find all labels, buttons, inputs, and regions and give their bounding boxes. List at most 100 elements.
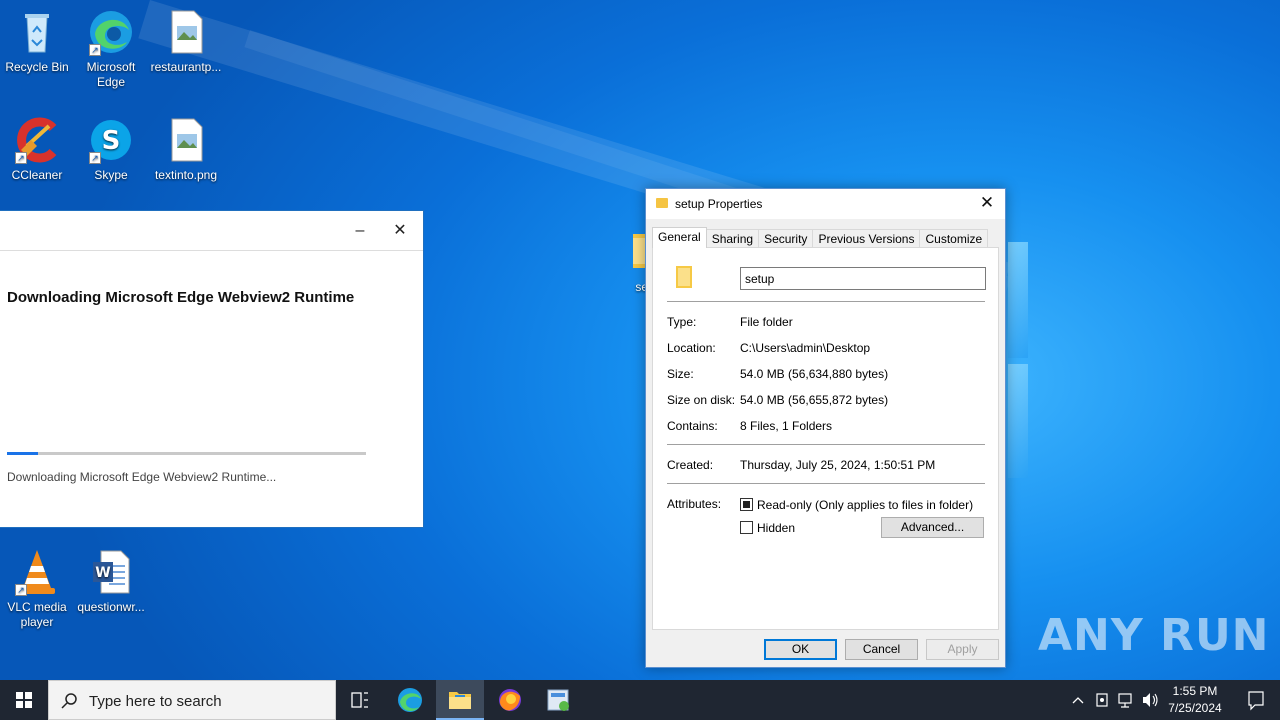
size-on-disk-value: 54.0 MB (56,655,872 bytes)	[740, 393, 889, 407]
desktop-icon-label: CCleaner	[11, 168, 63, 182]
type-value: File folder	[740, 315, 793, 329]
chevron-up-icon	[1072, 697, 1084, 704]
desktop-icon-label: Recycle Bin	[5, 60, 69, 74]
desktop-icon-skype[interactable]: S ↗ Skype	[74, 116, 148, 183]
advanced-button[interactable]: Advanced...	[881, 517, 984, 538]
installer-status-text: Downloading Microsoft Edge Webview2 Runt…	[7, 470, 277, 484]
location-value: C:\Users\admin\Desktop	[740, 341, 871, 355]
download-progress-bar	[7, 452, 366, 455]
search-placeholder: Type here to search	[89, 693, 222, 710]
taskbar: Type here to search 1:55 PM 7/25/2024	[0, 680, 1280, 720]
watermark: ANY RUN	[1038, 610, 1270, 661]
taskbar-installer-app[interactable]	[534, 680, 582, 720]
shortcut-arrow-icon: ↗	[89, 44, 101, 56]
windows-logo-pane	[1008, 364, 1028, 478]
desktop-icon-textinto-png[interactable]: textinto.png	[149, 116, 223, 183]
clock-time[interactable]: 1:55 PM	[1164, 684, 1226, 698]
volume-icon[interactable]	[1138, 680, 1162, 720]
desktop-icon-word-document[interactable]: W questionwr...	[74, 548, 148, 615]
installer-titlebar[interactable]: – ✕	[0, 211, 423, 251]
network-icon	[1118, 693, 1132, 708]
contains-value: 8 Files, 1 Folders	[740, 419, 833, 433]
shortcut-arrow-icon: ↗	[15, 584, 27, 596]
contains-label: Contains:	[667, 419, 718, 433]
size-on-disk-label: Size on disk:	[667, 393, 736, 407]
firefox-icon	[499, 689, 521, 711]
size-label: Size:	[667, 367, 694, 381]
size-value: 54.0 MB (56,634,880 bytes)	[740, 367, 889, 381]
taskbar-file-explorer[interactable]	[436, 680, 484, 720]
tab-security[interactable]: Security	[758, 229, 814, 248]
windows-logo-pane	[1008, 242, 1028, 358]
desktop-icon-ccleaner[interactable]: ↗ CCleaner	[0, 116, 74, 183]
desktop-icon-vlc[interactable]: ↗ VLC media player	[0, 548, 74, 630]
tab-customize[interactable]: Customize	[919, 229, 989, 248]
notifications-button[interactable]	[1232, 680, 1280, 720]
folder-properties-dialog: setup Properties ✕ General Sharing Secur…	[645, 188, 1006, 668]
network-icon[interactable]	[1114, 680, 1138, 720]
shortcut-arrow-icon: ↗	[15, 152, 27, 164]
tray-app-icon	[1096, 693, 1108, 707]
desktop-icon-label: questionwr...	[77, 600, 145, 614]
properties-tabs: General Sharing Security Previous Versio…	[652, 227, 989, 248]
tab-general[interactable]: General	[652, 227, 707, 248]
general-tab-panel: Type: File folder Location: C:\Users\adm…	[652, 247, 999, 630]
hidden-checkbox[interactable]	[740, 521, 753, 534]
word-document-icon: W	[87, 548, 135, 596]
svg-text:W: W	[95, 565, 110, 581]
dialog-title: setup Properties	[675, 197, 763, 211]
edge-icon: ↗	[87, 8, 135, 56]
ok-button[interactable]: OK	[764, 639, 837, 660]
attributes-label: Attributes:	[667, 497, 722, 511]
shortcut-arrow-icon: ↗	[89, 152, 101, 164]
desktop-icon-label: Skype	[94, 168, 128, 182]
created-value: Thursday, July 25, 2024, 1:50:51 PM	[740, 458, 936, 472]
download-progress-fill	[7, 452, 38, 455]
edge-icon	[398, 688, 422, 712]
divider	[667, 301, 985, 302]
folder-name-input[interactable]	[740, 267, 986, 290]
taskbar-edge[interactable]	[386, 680, 434, 720]
close-button[interactable]: ✕	[388, 219, 412, 243]
desktop-icon-label: Microsoft Edge	[86, 60, 136, 89]
notification-icon	[1248, 691, 1264, 711]
folder-icon	[672, 264, 694, 290]
installer-icon	[547, 689, 569, 711]
desktop-icon-microsoft-edge[interactable]: ↗ Microsoft Edge	[74, 8, 148, 90]
close-button[interactable]: ✕	[977, 193, 997, 213]
readonly-label: Read-only (Only applies to files in fold…	[757, 498, 974, 512]
minimize-button[interactable]: –	[348, 219, 372, 243]
skype-icon: S ↗	[87, 116, 135, 164]
tab-sharing[interactable]: Sharing	[705, 229, 760, 248]
installer-heading: Downloading Microsoft Edge Webview2 Runt…	[7, 289, 355, 306]
taskbar-firefox[interactable]	[486, 680, 534, 720]
tab-previous-versions[interactable]: Previous Versions	[812, 229, 921, 248]
tray-app-icon[interactable]	[1090, 680, 1114, 720]
search-icon	[61, 693, 77, 709]
vlc-cone-icon: ↗	[13, 548, 61, 596]
desktop-icon-restaurant-file[interactable]: restaurantp...	[149, 8, 223, 75]
desktop-icon-label: restaurantp...	[150, 60, 222, 74]
svg-text:S: S	[102, 126, 121, 156]
task-view-button[interactable]	[336, 680, 384, 720]
clock-date[interactable]: 7/25/2024	[1164, 701, 1226, 715]
windows-start-icon	[16, 692, 32, 708]
hidden-label: Hidden	[757, 521, 796, 535]
start-button[interactable]	[0, 680, 48, 720]
type-label: Type:	[667, 315, 697, 329]
taskbar-search-box[interactable]: Type here to search	[48, 680, 336, 720]
divider	[667, 444, 985, 445]
properties-titlebar[interactable]: setup Properties ✕	[646, 189, 1005, 219]
cancel-button[interactable]: Cancel	[845, 639, 918, 660]
desktop-icon-recycle-bin[interactable]: Recycle Bin	[0, 8, 74, 75]
show-hidden-icons-button[interactable]	[1066, 680, 1090, 720]
apply-button[interactable]: Apply	[926, 639, 999, 660]
desktop-icon-label: VLC media player	[7, 600, 67, 629]
installer-window: – ✕ Downloading Microsoft Edge Webview2 …	[0, 210, 424, 528]
folder-icon	[449, 692, 471, 709]
created-label: Created:	[667, 458, 714, 472]
readonly-checkbox[interactable]	[740, 498, 753, 511]
speaker-icon	[1143, 693, 1158, 707]
ccleaner-icon: ↗	[13, 116, 61, 164]
image-file-icon	[162, 8, 210, 56]
